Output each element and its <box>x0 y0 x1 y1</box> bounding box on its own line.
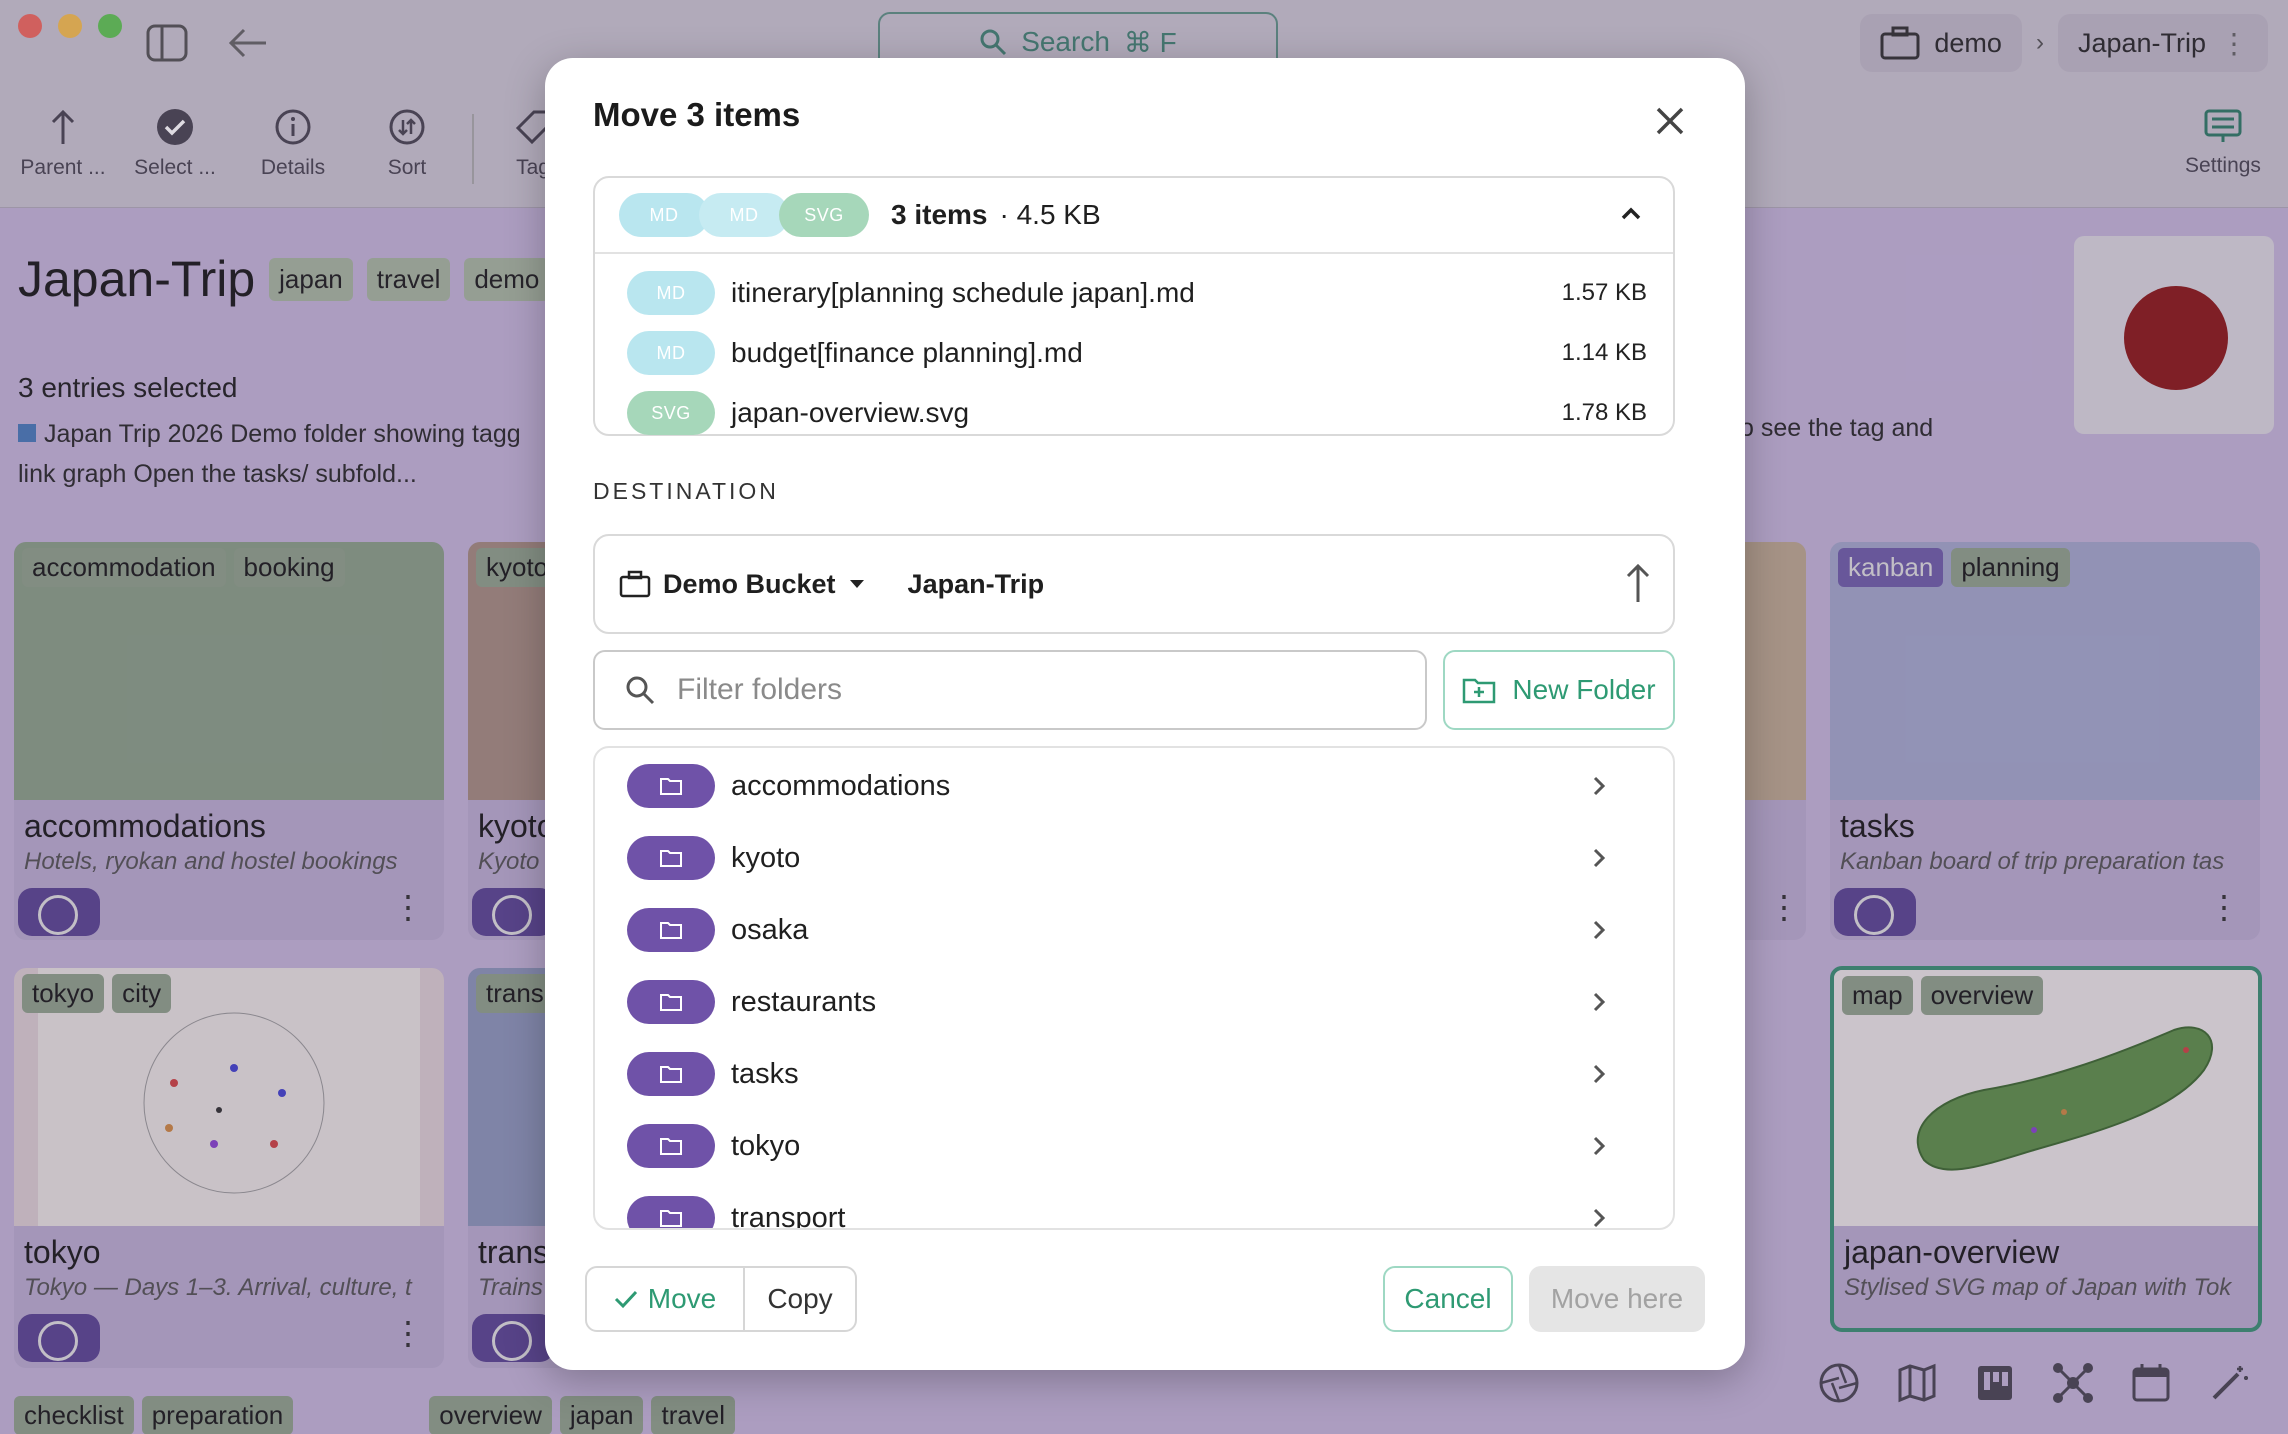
destination-selector: Demo Bucket Japan-Trip <box>593 534 1675 634</box>
selected-items-summary[interactable]: MD MD SVG 3 items · 4.5 KB <box>595 178 1673 254</box>
file-type-badge: MD <box>627 271 715 315</box>
filter-folders-field[interactable] <box>593 650 1427 730</box>
file-name: itinerary[planning schedule japan].md <box>731 277 1195 308</box>
move-here-button[interactable]: Move here <box>1529 1266 1705 1332</box>
move-copy-toggle: Move Copy <box>585 1266 857 1332</box>
new-folder-button[interactable]: New Folder <box>1443 650 1675 730</box>
search-icon <box>625 675 655 705</box>
file-row: MD itinerary[planning schedule japan].md… <box>627 268 1647 318</box>
close-icon <box>1655 106 1685 136</box>
file-size: 1.14 KB <box>1561 339 1647 366</box>
file-type-badge: MD <box>627 331 715 375</box>
folder-name: tokyo <box>731 1129 801 1162</box>
folder-name: accommodations <box>731 769 951 802</box>
file-name: budget[finance planning].md <box>731 337 1083 368</box>
new-folder-label: New Folder <box>1512 674 1656 705</box>
folder-item-tokyo[interactable]: tokyo <box>627 1116 1647 1176</box>
chevron-right-icon <box>1591 846 1607 870</box>
folder-item-accommodations[interactable]: accommodations <box>627 756 1647 816</box>
chevron-up-icon[interactable] <box>1617 200 1645 228</box>
folder-item-kyoto[interactable]: kyoto <box>627 828 1647 888</box>
chevron-right-icon <box>1591 1062 1607 1086</box>
chevron-right-icon <box>1591 990 1607 1014</box>
move-dialog: Move 3 items MD MD SVG 3 items · 4.5 KB … <box>545 58 1745 1370</box>
copy-mode-label: Copy <box>767 1283 833 1314</box>
file-size: 1.78 KB <box>1561 399 1647 426</box>
file-name: japan-overview.svg <box>731 397 970 428</box>
bucket-name: Demo Bucket <box>663 568 836 599</box>
file-type-stack: MD MD SVG <box>619 193 869 237</box>
destination-label: DESTINATION <box>593 478 779 504</box>
destination-folder[interactable]: Japan-Trip <box>908 569 1045 600</box>
bucket-icon <box>619 570 651 598</box>
folder-icon <box>627 836 715 880</box>
filter-folders-input[interactable] <box>677 673 1377 707</box>
folder-item-restaurants[interactable]: restaurants <box>627 972 1647 1032</box>
file-type-badge: SVG <box>627 391 715 435</box>
folder-icon <box>627 764 715 808</box>
folder-item-osaka[interactable]: osaka <box>627 900 1647 960</box>
dialog-title: Move 3 items <box>593 96 801 133</box>
folder-icon <box>627 1124 715 1168</box>
items-total-size: · 4.5 KB <box>999 199 1101 230</box>
arrow-up-icon <box>1625 562 1651 604</box>
items-count: 3 items <box>891 199 988 230</box>
folder-name: transport <box>731 1201 846 1230</box>
chevron-right-icon <box>1591 1134 1607 1158</box>
folder-name: kyoto <box>731 841 801 874</box>
folder-item-tasks[interactable]: tasks <box>627 1044 1647 1104</box>
folder-icon <box>627 980 715 1024</box>
copy-mode-button[interactable]: Copy <box>745 1268 855 1330</box>
chevron-right-icon <box>1591 918 1607 942</box>
close-button[interactable] <box>1645 96 1695 146</box>
folder-name: osaka <box>731 913 809 946</box>
bucket-dropdown[interactable]: Demo Bucket <box>619 569 866 600</box>
caret-down-icon <box>848 578 866 590</box>
folder-list: accommodations kyoto osaka restaurants t… <box>593 746 1675 1230</box>
folder-icon <box>627 1196 715 1228</box>
selected-items-panel: MD MD SVG 3 items · 4.5 KB MD itinerary[… <box>593 176 1675 436</box>
cancel-button[interactable]: Cancel <box>1383 1266 1513 1332</box>
file-type-badge: MD <box>619 193 709 237</box>
folder-item-transport[interactable]: transport <box>627 1188 1647 1230</box>
file-size: 1.57 KB <box>1561 279 1647 306</box>
folder-name: restaurants <box>731 985 877 1018</box>
file-row: MD budget[finance planning].md 1.14 KB <box>627 328 1647 378</box>
folder-name: tasks <box>731 1057 799 1090</box>
parent-folder-button[interactable] <box>1625 562 1651 604</box>
file-row: SVG japan-overview.svg 1.78 KB <box>627 388 1647 438</box>
check-icon <box>614 1289 638 1309</box>
folder-plus-icon <box>1462 676 1496 704</box>
file-type-badge: SVG <box>779 193 869 237</box>
file-type-badge: MD <box>699 193 789 237</box>
chevron-right-icon <box>1591 774 1607 798</box>
move-mode-label: Move <box>647 1283 717 1314</box>
move-mode-button[interactable]: Move <box>587 1268 745 1330</box>
chevron-right-icon <box>1591 1206 1607 1228</box>
folder-icon <box>627 908 715 952</box>
folder-icon <box>627 1052 715 1096</box>
